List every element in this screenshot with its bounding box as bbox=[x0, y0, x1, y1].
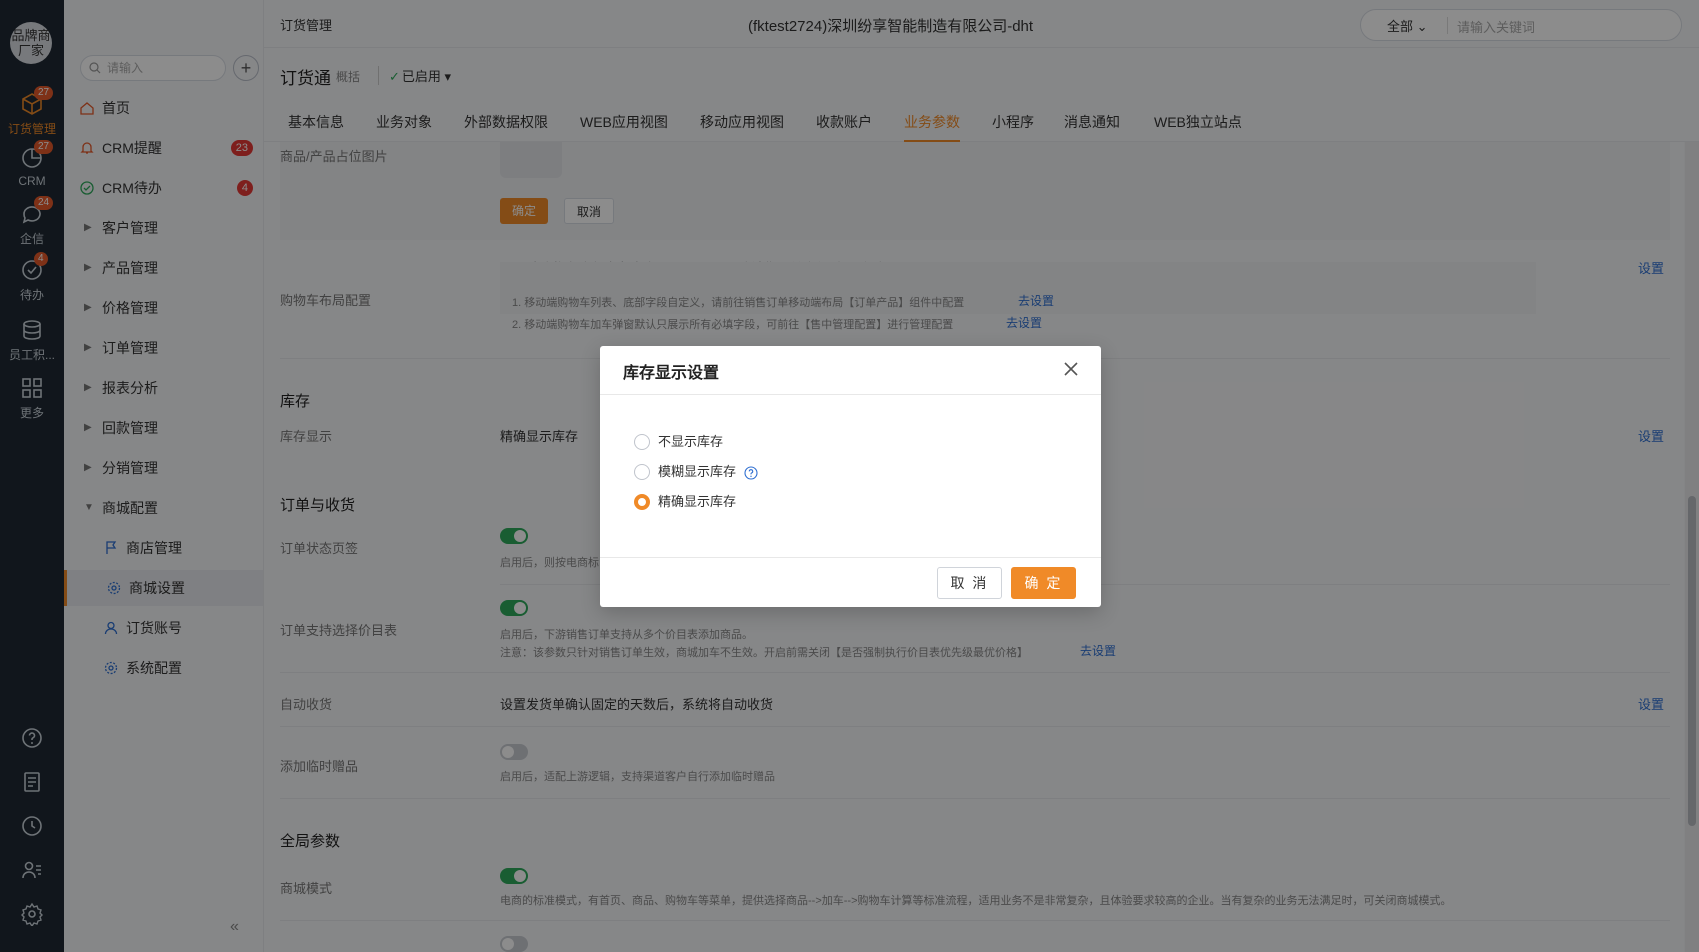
radio-button[interactable] bbox=[634, 463, 650, 480]
radio-option-exact[interactable]: 精确显示库存 bbox=[634, 491, 736, 511]
radio-label: 精确显示库存 bbox=[658, 494, 737, 509]
radio-label: 模糊显示库存 bbox=[658, 464, 737, 479]
dialog-title: 库存显示设置 bbox=[623, 365, 720, 382]
radio-option-hide[interactable]: 不显示库存 bbox=[634, 431, 723, 451]
radio-button-checked[interactable] bbox=[634, 493, 650, 510]
close-icon[interactable] bbox=[1062, 360, 1080, 378]
cancel-button[interactable]: 取 消 bbox=[937, 567, 1002, 599]
radio-label: 不显示库存 bbox=[658, 434, 724, 449]
inventory-display-dialog: 库存显示设置 不显示库存 模糊显示库存 精确显示库存 取 消 确 定 bbox=[600, 346, 1101, 607]
question-icon[interactable] bbox=[744, 466, 758, 480]
radio-option-fuzzy[interactable]: 模糊显示库存 bbox=[634, 461, 758, 481]
confirm-button[interactable]: 确 定 bbox=[1011, 567, 1076, 599]
radio-button[interactable] bbox=[634, 433, 650, 450]
divider bbox=[600, 557, 1101, 558]
divider bbox=[600, 394, 1101, 395]
